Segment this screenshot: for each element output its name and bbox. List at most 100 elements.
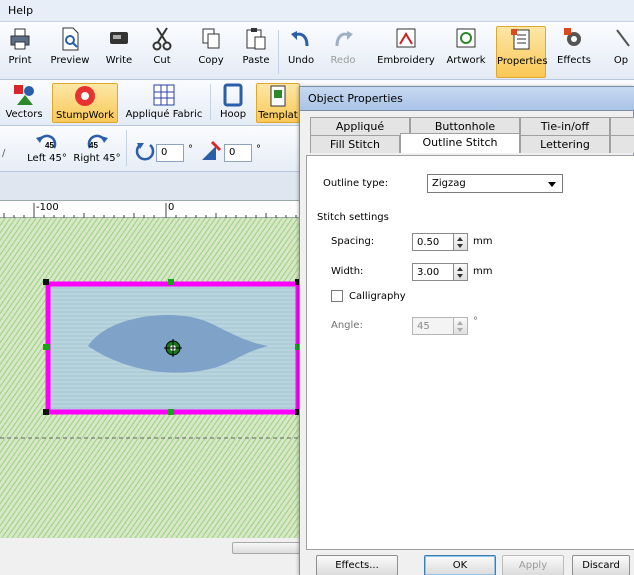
rotate-angle-unit: °: [188, 144, 193, 155]
copy-button[interactable]: Copy: [196, 26, 226, 78]
ok-button[interactable]: OK: [424, 555, 496, 575]
stumpwork-label: StumpWork: [55, 110, 115, 121]
print-button[interactable]: Print: [6, 26, 34, 78]
resize-handle-bottom-left[interactable]: [43, 409, 49, 415]
redo-icon: [335, 31, 353, 47]
horizontal-ruler: -100 0: [0, 200, 305, 219]
spacing-stepper[interactable]: [454, 233, 468, 251]
horizontal-scrollbar[interactable]: [0, 538, 305, 575]
tab-applique[interactable]: Appliqué: [310, 117, 410, 135]
tab-more[interactable]: [610, 117, 634, 135]
template-button[interactable]: Templat: [256, 83, 300, 123]
rotate-right-label: Right 45°: [73, 153, 121, 164]
hoop-button[interactable]: Hoop: [216, 83, 250, 123]
template-icon: [270, 85, 286, 107]
tab-lettering[interactable]: Lettering: [520, 135, 610, 153]
slant-angle-unit: °: [256, 144, 261, 155]
resize-handle-left[interactable]: [43, 344, 49, 350]
spacing-label: Spacing:: [331, 236, 375, 247]
design-canvas: -100 0: [0, 172, 305, 575]
resize-handle-top-left[interactable]: [43, 279, 49, 285]
printer-icon: [10, 28, 30, 50]
rotate-left-badge: 45: [45, 141, 54, 150]
undo-button[interactable]: Undo: [286, 26, 316, 78]
apply-button[interactable]: Apply: [502, 555, 564, 575]
calligraphy-checkbox[interactable]: [331, 290, 343, 302]
embroidery-icon: [396, 28, 416, 48]
options-button[interactable]: Op: [608, 26, 634, 78]
width-input[interactable]: 3.00: [412, 263, 454, 281]
rotate-left-button[interactable]: 45 Left 45°: [24, 130, 70, 168]
ruler-label-zero: 0: [168, 202, 175, 213]
artwork-button[interactable]: Artwork: [444, 26, 488, 78]
resize-handle-top[interactable]: [168, 279, 174, 285]
applique-fabric-button[interactable]: Appliqué Fabric: [122, 83, 206, 123]
write-button[interactable]: Write: [104, 26, 134, 78]
cut-label: Cut: [153, 55, 171, 66]
resize-handle-bottom[interactable]: [168, 409, 174, 415]
tab-tie-in-off[interactable]: Tie-in/off: [520, 117, 610, 135]
rotate-left-icon: 45: [36, 134, 57, 150]
cut-button[interactable]: Cut: [147, 26, 177, 78]
options-label: Op: [613, 55, 629, 66]
width-stepper[interactable]: [454, 263, 468, 281]
slant-angle-input[interactable]: 0: [224, 144, 252, 162]
toolbar-separator: [278, 30, 279, 74]
copy-label: Copy: [198, 55, 224, 66]
scrollbar-thumb[interactable]: [232, 542, 302, 554]
rotate-angle-input[interactable]: 0: [156, 144, 184, 162]
vectors-button[interactable]: Vectors: [0, 83, 48, 123]
main-toolbar: Print Preview Write Cut Copy Paste Undo …: [0, 22, 634, 80]
ruler-label-minus100: -100: [36, 202, 59, 213]
scissors-icon: [152, 27, 172, 51]
dialog-title-bar[interactable]: Object Properties: [300, 87, 634, 111]
redo-label: Redo: [330, 55, 356, 66]
applique-fabric-label: Appliqué Fabric: [125, 109, 203, 120]
spacing-input[interactable]: 0.50: [412, 233, 454, 251]
width-unit: mm: [473, 266, 493, 277]
discard-button[interactable]: Discard: [572, 555, 630, 575]
toolbar-separator: [210, 84, 211, 120]
toolbar-separator: [126, 130, 127, 166]
dialog-title: Object Properties: [308, 92, 403, 105]
hoop-icon: [223, 83, 243, 107]
stitch-area: [0, 218, 305, 538]
effects-button[interactable]: Effects: [554, 26, 594, 78]
rotate-right-badge: 45: [89, 141, 98, 150]
angle-input[interactable]: 45: [412, 317, 454, 335]
template-label: Templat: [258, 110, 298, 121]
effects-dialog-button[interactable]: Effects...: [316, 555, 398, 575]
rotate-right-icon: 45: [87, 134, 108, 150]
stumpwork-button[interactable]: StumpWork: [52, 83, 118, 123]
calligraphy-label: Calligraphy: [349, 291, 406, 302]
tab-fill-stitch[interactable]: Fill Stitch: [310, 135, 400, 153]
redo-button[interactable]: Redo: [328, 26, 358, 78]
slant-icon: [202, 140, 222, 160]
properties-label: Properties: [497, 56, 548, 67]
chevron-down-icon: [548, 182, 556, 187]
tab-more-2[interactable]: [610, 135, 634, 153]
menu-help[interactable]: Help: [8, 4, 33, 17]
dialog-footer: Effects... OK Apply Discard: [300, 550, 634, 575]
stitch-settings-heading: Stitch settings: [317, 212, 389, 223]
properties-button[interactable]: Properties: [496, 26, 548, 78]
preview-button[interactable]: Preview: [50, 26, 90, 78]
paste-label: Paste: [242, 55, 270, 66]
embroidery-button[interactable]: Embroidery: [376, 26, 436, 78]
canvas-header-strip: [0, 172, 305, 200]
tab-outline-stitch[interactable]: Outline Stitch: [400, 133, 520, 153]
paste-button[interactable]: Paste: [240, 26, 272, 78]
angle-unit: °: [473, 316, 478, 327]
rotate-right-button[interactable]: 45 Right 45°: [72, 130, 122, 168]
write-label: Write: [105, 55, 133, 66]
vectors-icon: [14, 85, 34, 105]
outline-type-select[interactable]: Zigzag: [427, 174, 563, 193]
properties-icon: [511, 29, 530, 50]
angle-stepper[interactable]: [454, 317, 468, 335]
undo-icon: [291, 31, 309, 47]
rotate-angle-icon: [135, 143, 155, 161]
menu-bar: Help: [0, 0, 634, 22]
spacing-unit: mm: [473, 236, 493, 247]
options-icon: [616, 29, 630, 47]
paste-icon: [246, 28, 266, 50]
